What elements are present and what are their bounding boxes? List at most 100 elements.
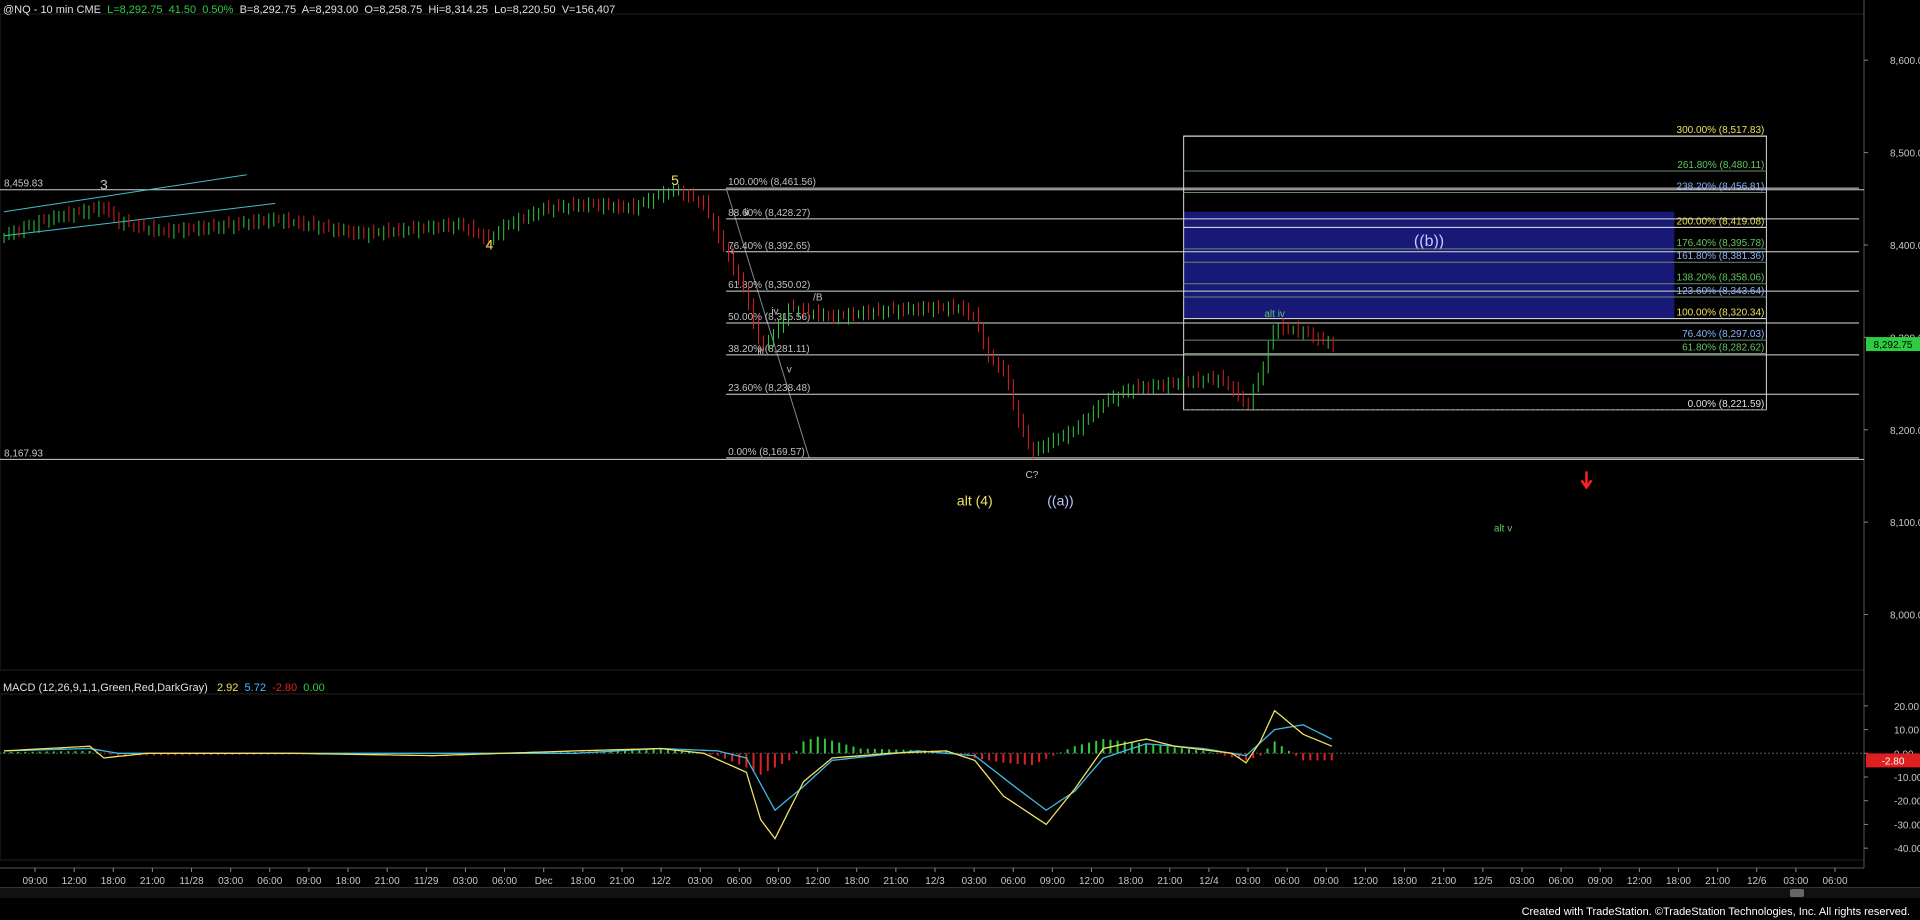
- time-tick-label: 09:00: [296, 876, 321, 887]
- ask-price: A=8,293.00: [301, 4, 359, 16]
- time-tick-label: 21:00: [1431, 876, 1456, 887]
- time-tick-label: 03:00: [688, 876, 713, 887]
- macd-tick-label: 20.00: [1894, 702, 1919, 713]
- price-tick-label: 8,200.00: [1890, 426, 1920, 437]
- fib-extension-label: 176.40% (8,395.78): [1677, 238, 1765, 249]
- time-tick-label: 03:00: [1236, 876, 1261, 887]
- volume: V=156,407: [561, 4, 616, 16]
- fib-extension-label: 138.20% (8,358.06): [1677, 273, 1765, 284]
- price-panel-frame: [0, 13, 1865, 671]
- fib-extension-label: 300.00% (8,517.83): [1677, 125, 1765, 136]
- time-tick-label: 03:00: [453, 876, 478, 887]
- time-tick-label: 12/2: [651, 876, 671, 887]
- time-tick-label: 12/3: [925, 876, 945, 887]
- wave-label: i: [731, 246, 733, 257]
- macd-header: MACD (12,26,9,1,1,Green,Red,DarkGray) 2.…: [3, 682, 325, 694]
- time-tick-label: 18:00: [844, 876, 869, 887]
- fib-retracement-label: 61.80% (8,350.02): [728, 280, 810, 291]
- chart-header: @NQ - 10 min CME L=8,292.75 41.50 0.50% …: [3, 4, 615, 16]
- macd-label: MACD (12,26,9,1,1,Green,Red,DarkGray): [3, 682, 208, 694]
- time-tick-label: 21:00: [609, 876, 634, 887]
- fib-extension-label: 161.80% (8,381.36): [1677, 251, 1765, 262]
- wave-label: alt v: [1494, 523, 1512, 534]
- fib-extension-label: 61.80% (8,282.62): [1682, 342, 1764, 353]
- macd-diff-value: -2.80: [272, 682, 298, 694]
- fib-extension-label: 238.20% (8,456.81): [1677, 181, 1765, 192]
- fib-extension-label: 200.00% (8,419.08): [1677, 216, 1765, 227]
- chart-canvas[interactable]: 8,600.008,500.008,400.008,300.008,200.00…: [0, 0, 1920, 920]
- wave-label: v: [787, 364, 792, 375]
- time-tick-label: 21:00: [883, 876, 908, 887]
- wave-label: iv: [771, 306, 778, 317]
- scrollbar-thumb[interactable]: [1790, 889, 1804, 897]
- time-tick-label: 12:00: [805, 876, 830, 887]
- down-arrow-icon: [1580, 471, 1593, 490]
- time-tick-label: 12:00: [1353, 876, 1378, 887]
- macd-line: [3, 709, 1333, 840]
- wave-label: 3: [100, 177, 108, 193]
- time-tick-label: 11/29: [414, 876, 439, 887]
- time-tick-label: 06:00: [1822, 876, 1847, 887]
- macd-panel-frame: [0, 693, 1865, 861]
- time-tick-label: 18:00: [1118, 876, 1143, 887]
- macd-value-tag-label: -2.80: [1882, 756, 1905, 767]
- footer-credit: Created with TradeStation. ©TradeStation…: [1521, 906, 1910, 918]
- horizontal-scrollbar[interactable]: [0, 887, 1920, 898]
- macd-signal-line: [3, 724, 1333, 812]
- price-tick-label: 8,400.00: [1890, 241, 1920, 252]
- time-tick-label: 06:00: [1275, 876, 1300, 887]
- horizontal-level-label: 8,459.83: [4, 179, 43, 190]
- time-tick-label: 06:00: [257, 876, 282, 887]
- time-tick-label: 09:00: [1314, 876, 1339, 887]
- time-tick-label: 18:00: [1392, 876, 1417, 887]
- fib-extension-label: 100.00% (8,320.34): [1677, 308, 1765, 319]
- wave-label: /B: [813, 292, 823, 303]
- fib-extension-label: 0.00% (8,221.59): [1688, 399, 1765, 410]
- macd-value: 2.92: [216, 682, 239, 694]
- fib-extension-label: 123.60% (8,343.64): [1677, 286, 1765, 297]
- high-price: Hi=8,314.25: [428, 4, 488, 16]
- time-tick-label: 03:00: [1509, 876, 1534, 887]
- time-tick-label: 03:00: [1783, 876, 1808, 887]
- time-tick-label: 06:00: [1001, 876, 1026, 887]
- time-tick-label: 12:00: [1627, 876, 1652, 887]
- fib-retracement-label: 100.00% (8,461.56): [728, 177, 816, 188]
- time-tick-label: 03:00: [962, 876, 987, 887]
- time-tick-label: 18:00: [336, 876, 361, 887]
- time-tick-label: 12/6: [1747, 876, 1767, 887]
- wave-label: alt iv: [1264, 309, 1285, 320]
- time-tick-label: 12:00: [62, 876, 87, 887]
- time-tick-label: 06:00: [727, 876, 752, 887]
- fib-extension-label: 261.80% (8,480.11): [1677, 160, 1764, 171]
- time-tick-label: 11/28: [179, 876, 204, 887]
- wave-label: 5: [671, 172, 679, 188]
- time-tick-label: 21:00: [1705, 876, 1730, 887]
- time-tick-label: 18:00: [101, 876, 126, 887]
- wave-label: iii: [757, 346, 764, 357]
- time-tick-label: 09:00: [1588, 876, 1613, 887]
- macd-tick-label: -20.00: [1894, 797, 1920, 808]
- wave-label: C?: [1026, 470, 1039, 481]
- time-tick-label: 18:00: [570, 876, 595, 887]
- fib-retracement-label: 88.60% (8,428.27): [728, 208, 810, 219]
- time-tick-label: 21:00: [1157, 876, 1182, 887]
- target-zone-label: ((b)): [1414, 233, 1444, 250]
- macd-tick-label: -30.00: [1894, 820, 1920, 831]
- fib-retracement-label: 23.60% (8,238.48): [728, 383, 810, 394]
- price-tick-label: 8,100.00: [1890, 518, 1920, 529]
- wave-label: alt (4): [957, 493, 993, 509]
- bid-price: B=8,292.75: [239, 4, 297, 16]
- fib-retracement-label: 76.40% (8,392.65): [728, 241, 810, 252]
- time-tick-label: Dec: [535, 876, 553, 887]
- wave-label: ii: [744, 207, 748, 218]
- time-tick-label: 09:00: [1040, 876, 1065, 887]
- macd-tick-label: -10.00: [1894, 773, 1920, 784]
- wave-label: ((a)): [1047, 493, 1073, 509]
- low-price: Lo=8,220.50: [494, 4, 556, 16]
- last-price-tag-label: 8,292.75: [1874, 340, 1913, 351]
- time-tick-label: 06:00: [492, 876, 517, 887]
- open-price: O=8,258.75: [364, 4, 423, 16]
- macd-tick-label: 10.00: [1894, 726, 1919, 737]
- fib-extension-label: 76.40% (8,297.03): [1682, 329, 1764, 340]
- price-tick-label: 8,500.00: [1890, 149, 1920, 160]
